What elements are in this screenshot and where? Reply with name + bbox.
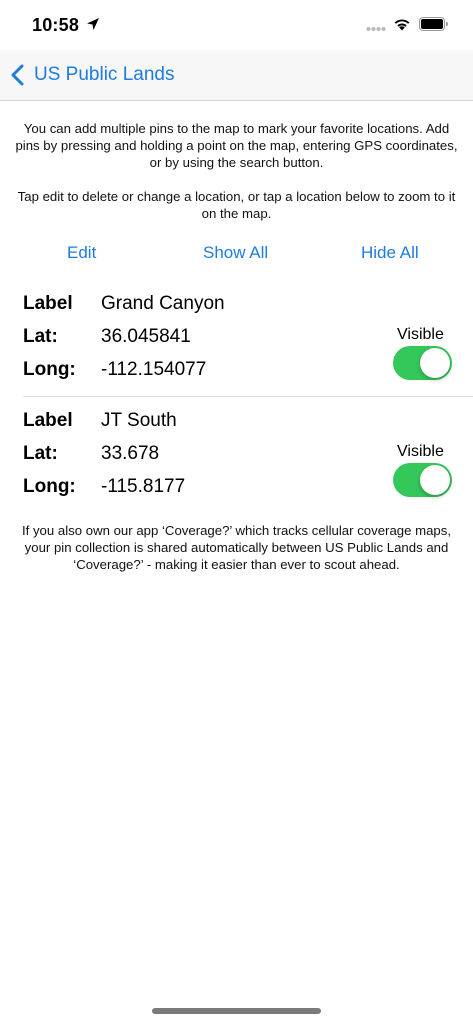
pin-label-value: JT South: [101, 410, 177, 431]
back-chevron-icon: [11, 64, 24, 86]
pin-divider: [23, 396, 473, 397]
hide-all-button[interactable]: Hide All: [361, 243, 419, 263]
long-key: Long:: [23, 476, 76, 497]
pin-lat-value: 36.045841: [101, 326, 191, 347]
back-button[interactable]: US Public Lands: [10, 50, 174, 100]
navigation-bar: US Public Lands: [0, 50, 473, 101]
status-time: 10:58: [32, 15, 80, 35]
battery-icon: [419, 17, 448, 31]
toggle-knob: [420, 465, 450, 495]
signal-icon: [366, 27, 386, 31]
lat-key: Lat:: [23, 443, 58, 464]
label-key: Label: [23, 410, 73, 431]
long-key: Long:: [23, 359, 76, 380]
pin-actions: Edit Show All Hide All: [0, 243, 473, 265]
intro-paragraph-1: You can add multiple pins to the map to …: [15, 121, 458, 170]
status-bar: 10:58: [0, 0, 473, 50]
home-indicator: [152, 1008, 321, 1014]
edit-button[interactable]: Edit: [67, 243, 96, 263]
pin-label-value: Grand Canyon: [101, 293, 225, 314]
pin-long-value: -112.154077: [101, 359, 207, 380]
pin-lat-value: 33.678: [101, 443, 160, 464]
visible-toggle[interactable]: [393, 463, 452, 497]
intro-instructions: You can add multiple pins to the map to …: [10, 120, 463, 222]
show-all-button[interactable]: Show All: [203, 243, 268, 263]
wifi-icon: [394, 19, 410, 31]
coverage-app-note: If you also own our app ‘Coverage?’ whic…: [21, 523, 452, 572]
lat-key: Lat:: [23, 326, 58, 347]
location-arrow-icon: [87, 18, 99, 30]
visible-label: Visible: [397, 326, 444, 343]
toggle-knob: [420, 348, 450, 378]
visible-label: Visible: [397, 443, 444, 460]
back-button-label: US Public Lands: [34, 64, 175, 85]
visible-toggle[interactable]: [393, 346, 452, 380]
pin-long-value: -115.8177: [101, 476, 186, 497]
label-key: Label: [23, 293, 73, 314]
intro-paragraph-2: Tap edit to delete or change a location,…: [17, 189, 456, 221]
